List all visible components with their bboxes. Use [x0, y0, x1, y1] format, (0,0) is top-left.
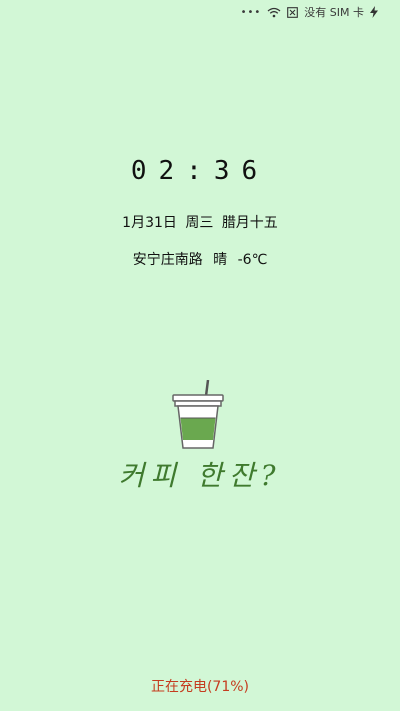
- charging-status: 正在充电(71%): [150, 679, 250, 695]
- location: 安宁庄南路: [132, 252, 203, 268]
- weather-line: 安宁庄南路 晴 -6℃: [0, 249, 400, 269]
- lunar-date: 腊月十五: [221, 215, 278, 231]
- coffee-cup-icon: [170, 379, 226, 456]
- sim-status-text: 没有 SIM 卡: [304, 6, 364, 19]
- weather-condition: 晴: [213, 252, 228, 268]
- no-sim-icon: [287, 6, 299, 18]
- charging-bolt-icon: [370, 6, 378, 18]
- temperature: -6℃: [237, 252, 268, 268]
- coffee-message: 커피 한잔?: [118, 459, 282, 492]
- status-bar: ••• 没有 SIM 卡: [0, 0, 400, 24]
- notification-dots: •••: [240, 6, 262, 18]
- weekday: 周三: [185, 215, 214, 231]
- date-line: 1月31日 周三 腊月十五: [0, 212, 400, 232]
- clock-time: 02:36: [130, 156, 270, 186]
- date: 1月31日: [122, 215, 177, 231]
- wifi-icon: [267, 7, 281, 18]
